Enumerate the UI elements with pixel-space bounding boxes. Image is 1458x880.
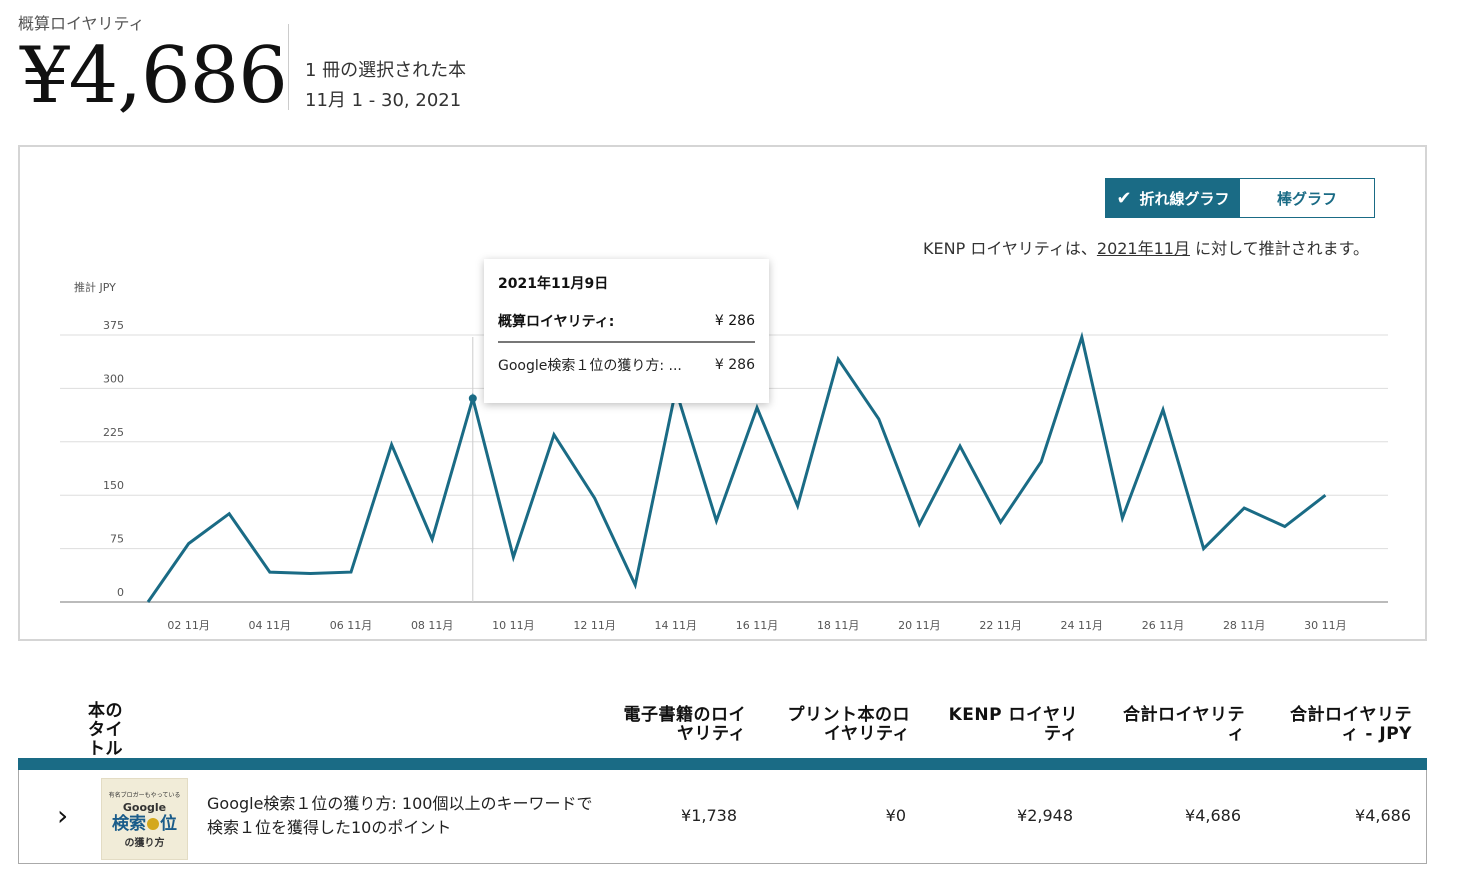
y-axis-label: 推計 JPY <box>74 280 116 294</box>
cover-text-google: Google <box>122 800 167 814</box>
x-tick-label: 30 11月 <box>1304 619 1347 632</box>
x-tick-label: 28 11月 <box>1223 619 1266 632</box>
x-tick-label: 18 11月 <box>817 619 860 632</box>
x-tick-label: 14 11月 <box>655 619 698 632</box>
cell-total-royalty: ¥4,686 <box>1185 806 1241 825</box>
checkmark-icon: ✔ <box>1116 187 1132 209</box>
book-title: Google検索１位の獲り方: 100個以上のキーワードで検索１位を獲得した10… <box>207 794 593 837</box>
x-tick-label: 20 11月 <box>898 619 941 632</box>
date-range: 11月 1 - 30, 2021 <box>305 90 462 111</box>
x-tick-label: 12 11月 <box>573 619 616 632</box>
tooltip-total-row: 概算ロイヤリティ: ¥ 286 <box>498 311 755 343</box>
table-header: 本のタイトル 電子書籍のロイヤリティ プリント本のロイヤリティ KENP ロイヤ… <box>18 694 1427 759</box>
table-row: › 有名ブロガーもやっている Google 検索位 の獲り方 Google検索１… <box>18 770 1427 864</box>
kenp-note-suffix: に対して推計されます。 <box>1189 239 1369 258</box>
kenp-note: KENP ロイヤリティは、2021年11月 に対して推計されます。 <box>923 235 1369 259</box>
cover-text-sub: の獲り方 <box>124 837 165 849</box>
chart-tooltip: 2021年11月9日 概算ロイヤリティ: ¥ 286 Google検索１位の獲り… <box>484 259 769 403</box>
tooltip-total-label: 概算ロイヤリティ: <box>498 314 615 330</box>
y-tick-label: 75 <box>110 533 124 546</box>
header-kenp-royalty[interactable]: KENP ロイヤリティ <box>948 706 1078 744</box>
header-total-royalty[interactable]: 合計ロイヤリティ <box>1115 706 1245 744</box>
x-tick-label: 10 11月 <box>492 619 535 632</box>
total-royalty-amount: ¥4,686 <box>20 31 288 121</box>
x-tick-label: 16 11月 <box>736 619 779 632</box>
x-tick-label: 06 11月 <box>330 619 373 632</box>
book-cover: 有名ブロガーもやっている Google 検索位 の獲り方 <box>101 778 188 860</box>
line-graph-label: 折れ線グラフ <box>1139 189 1230 208</box>
y-tick-label: 225 <box>103 426 124 439</box>
chevron-right-icon[interactable]: › <box>57 802 68 830</box>
books-selected-count: 1 冊の選択された本 <box>305 60 467 81</box>
cover-text-small: 有名ブロガーもやっている <box>108 791 181 799</box>
cell-print-royalty: ¥0 <box>885 806 906 825</box>
table-header-bar <box>18 758 1427 770</box>
tooltip-date: 2021年11月9日 <box>498 276 609 292</box>
header-divider <box>288 24 289 110</box>
header-ebook-royalty[interactable]: 電子書籍のロイヤリティ <box>616 706 746 744</box>
kenp-note-prefix: KENP ロイヤリティは、 <box>923 239 1097 258</box>
x-tick-label: 26 11月 <box>1142 619 1185 632</box>
x-tick-label: 22 11月 <box>979 619 1022 632</box>
cover-text-main: 検索位 <box>112 814 177 834</box>
x-tick-label: 02 11月 <box>167 619 210 632</box>
header-total-royalty-jpy[interactable]: 合計ロイヤリティ - JPY <box>1276 706 1412 744</box>
tooltip-item-label: Google検索１位の獲り方: ... <box>498 358 682 374</box>
cell-ebook-royalty: ¥1,738 <box>681 806 737 825</box>
bar-graph-button[interactable]: 棒グラフ <box>1240 179 1374 217</box>
kenp-month-link[interactable]: 2021年11月 <box>1097 239 1190 258</box>
y-tick-label: 150 <box>103 479 124 492</box>
tooltip-item-value: ¥ 286 <box>714 357 755 373</box>
cell-kenp-royalty: ¥2,948 <box>1017 806 1073 825</box>
tooltip-total-value: ¥ 286 <box>714 313 755 329</box>
line-graph-button[interactable]: ✔ 折れ線グラフ <box>1106 179 1240 217</box>
chart-panel: 推計 JPY 0 75 150 225 300 375 02 11月 04 11月 06 11月 0… <box>18 145 1427 641</box>
cover-text-main-b: 位 <box>160 813 177 834</box>
summary-header: 概算ロイヤリティ ¥4,686 1 冊の選択された本 11月 1 - 30, 2… <box>18 10 618 121</box>
tooltip-item-row: Google検索１位の獲り方: ... ¥ 286 <box>498 355 755 375</box>
y-tick-label: 300 <box>103 372 124 385</box>
cover-text-main-a: 検索 <box>112 813 146 834</box>
header-title[interactable]: 本のタイトル <box>88 702 136 759</box>
x-tick-label: 04 11月 <box>249 619 292 632</box>
cell-total-royalty-jpy: ¥4,686 <box>1355 806 1411 825</box>
x-tick-label: 08 11月 <box>411 619 454 632</box>
y-tick-label: 0 <box>117 586 124 599</box>
medal-icon <box>147 817 159 830</box>
bar-graph-label: 棒グラフ <box>1276 189 1337 208</box>
x-tick-label: 24 11月 <box>1061 619 1104 632</box>
chart-type-toggle: ✔ 折れ線グラフ 棒グラフ <box>1105 178 1375 218</box>
highlight-point <box>468 394 477 403</box>
y-tick-label: 375 <box>103 319 124 332</box>
header-print-royalty[interactable]: プリント本のロイヤリティ <box>780 706 910 744</box>
